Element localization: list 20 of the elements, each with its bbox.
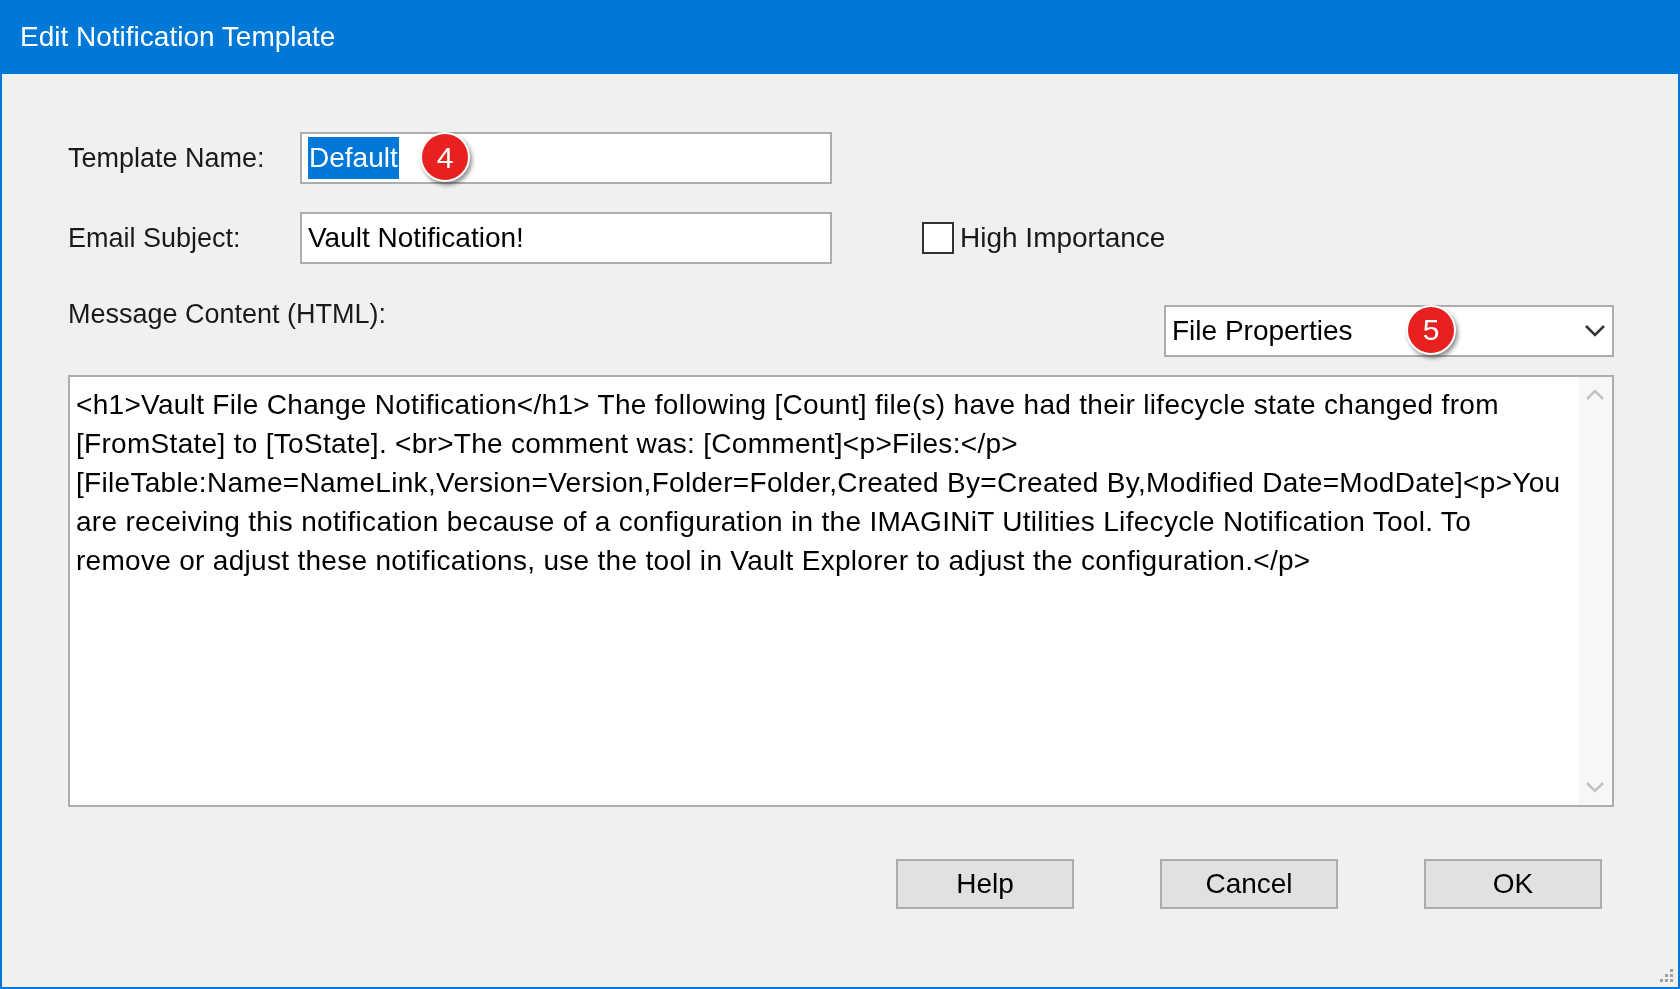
field-label: Message Content (HTML): <box>68 298 387 331</box>
chevron-down-icon[interactable] <box>1585 780 1605 793</box>
chevron-up-icon[interactable] <box>1585 388 1605 401</box>
dialog-button[interactable]: OK <box>1424 858 1602 909</box>
email-subject-field[interactable]: Vault Notification! <box>300 212 832 264</box>
callout-badge: 5 <box>1406 304 1456 355</box>
template-name-field[interactable]: Default 4 <box>300 132 832 184</box>
dialog-button[interactable]: Cancel <box>1160 858 1338 909</box>
message-content-field[interactable]: <h1>Vault File Change Notification</h1> The following [Count] file(s) have had their lifecycle state changed from [FromState] to [ToState]. <br>The comment was: [Comment]<p>Files:</p> [FileTable:Name=NameLink,Version=Version,Folder=Folder,Created By=Created By,Modified Date=ModDate]<p>You are receiving this notification because of a configuration in the IMAGINiT Utilities Lifecycle Notification Tool. To remove or adjust these notifications, use the tool in Vault Explorer to adjust the configuration.</p> <box>68 374 1614 807</box>
properties-dropdown[interactable]: File Properties 5 <box>1164 304 1614 357</box>
field-value: Default <box>308 137 399 179</box>
callout-badge: 4 <box>420 132 470 182</box>
window-title: Edit Notification Template <box>20 20 336 54</box>
high-importance-checkbox[interactable]: High Importance <box>922 217 1166 259</box>
resize-grip-icon[interactable] <box>1658 967 1674 983</box>
field-label: Template Name: <box>68 141 266 175</box>
chevron-down-icon <box>1584 323 1606 338</box>
field-label: Email Subject: <box>68 221 242 255</box>
dialog-button[interactable]: Help <box>896 858 1074 909</box>
scrollbar[interactable] <box>1578 376 1612 805</box>
